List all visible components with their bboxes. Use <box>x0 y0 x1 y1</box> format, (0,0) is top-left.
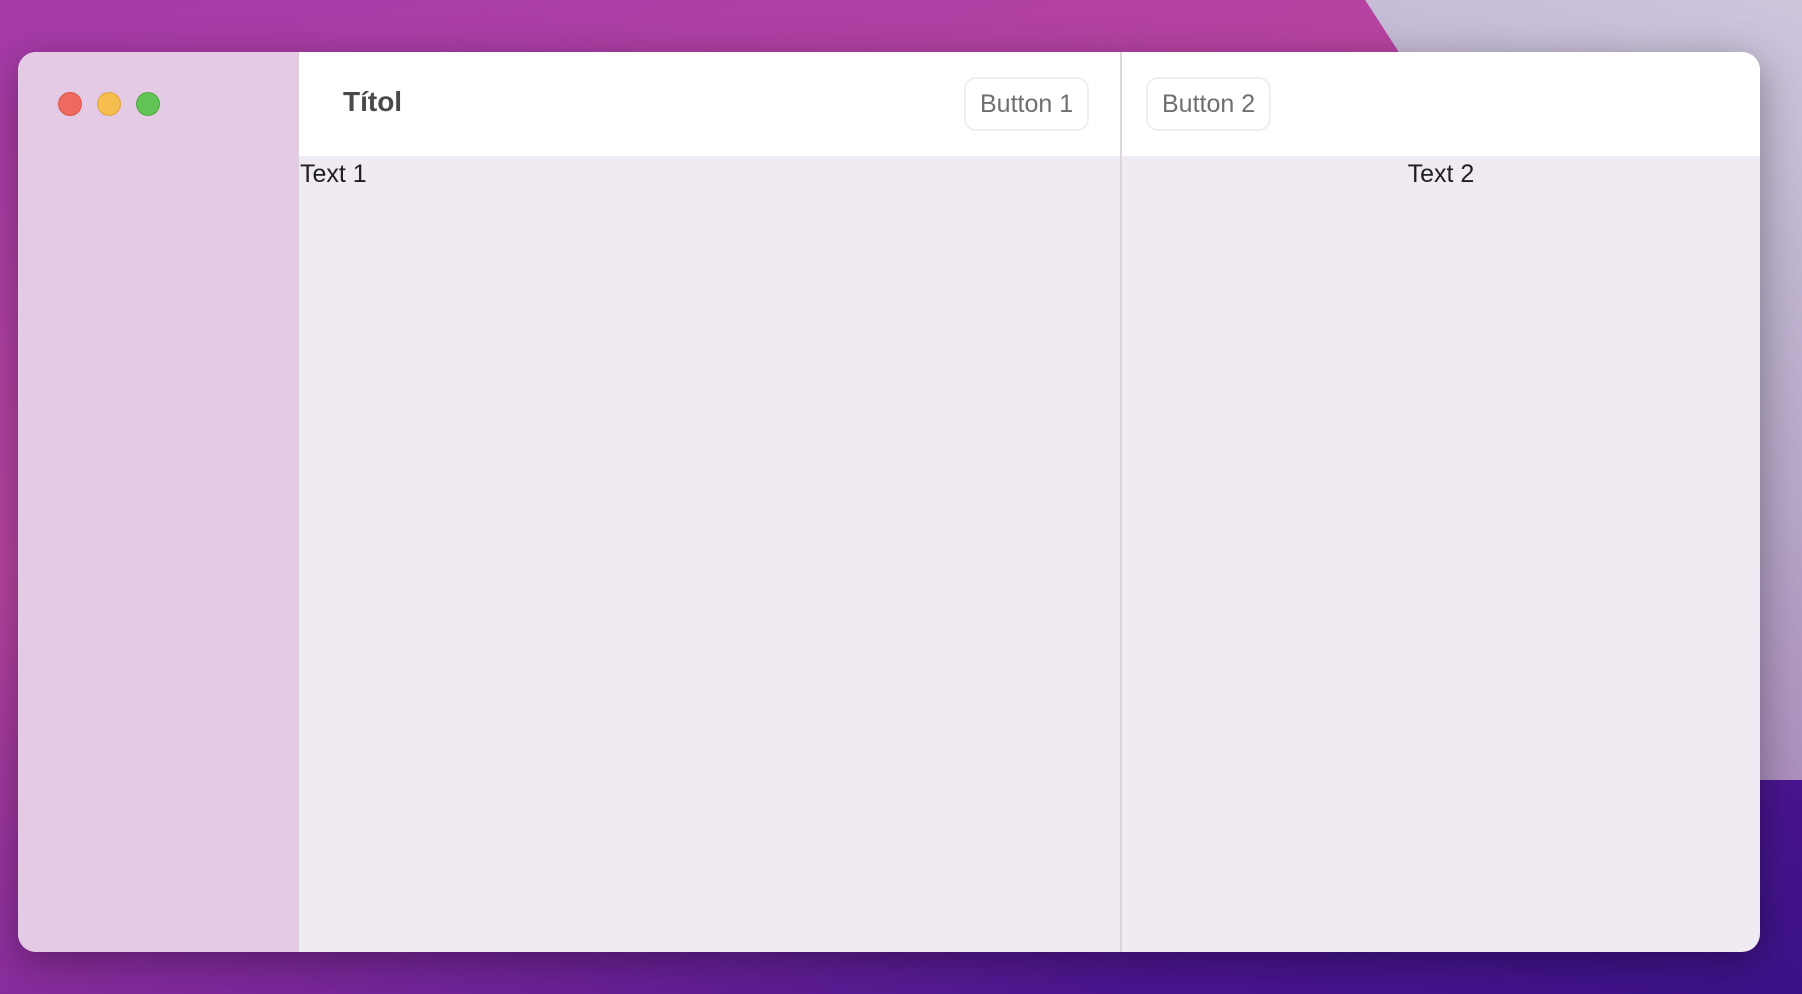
button-1[interactable]: Button 1 <box>964 77 1090 131</box>
content-text-2: Text 2 <box>1407 160 1475 188</box>
minimize-button[interactable] <box>97 92 121 116</box>
button-2[interactable]: Button 2 <box>1146 77 1272 131</box>
sidebar <box>18 52 299 952</box>
window-controls <box>58 92 160 116</box>
content-text-1: Text 1 <box>300 160 367 188</box>
toolbar: Títol Button 1 Button 2 <box>299 52 1760 156</box>
window-title: Títol <box>343 86 403 117</box>
close-button[interactable] <box>58 92 82 116</box>
app-window: Títol Button 1 Button 2 Text 1 Text 2 <box>18 52 1760 952</box>
maximize-button[interactable] <box>136 92 160 116</box>
